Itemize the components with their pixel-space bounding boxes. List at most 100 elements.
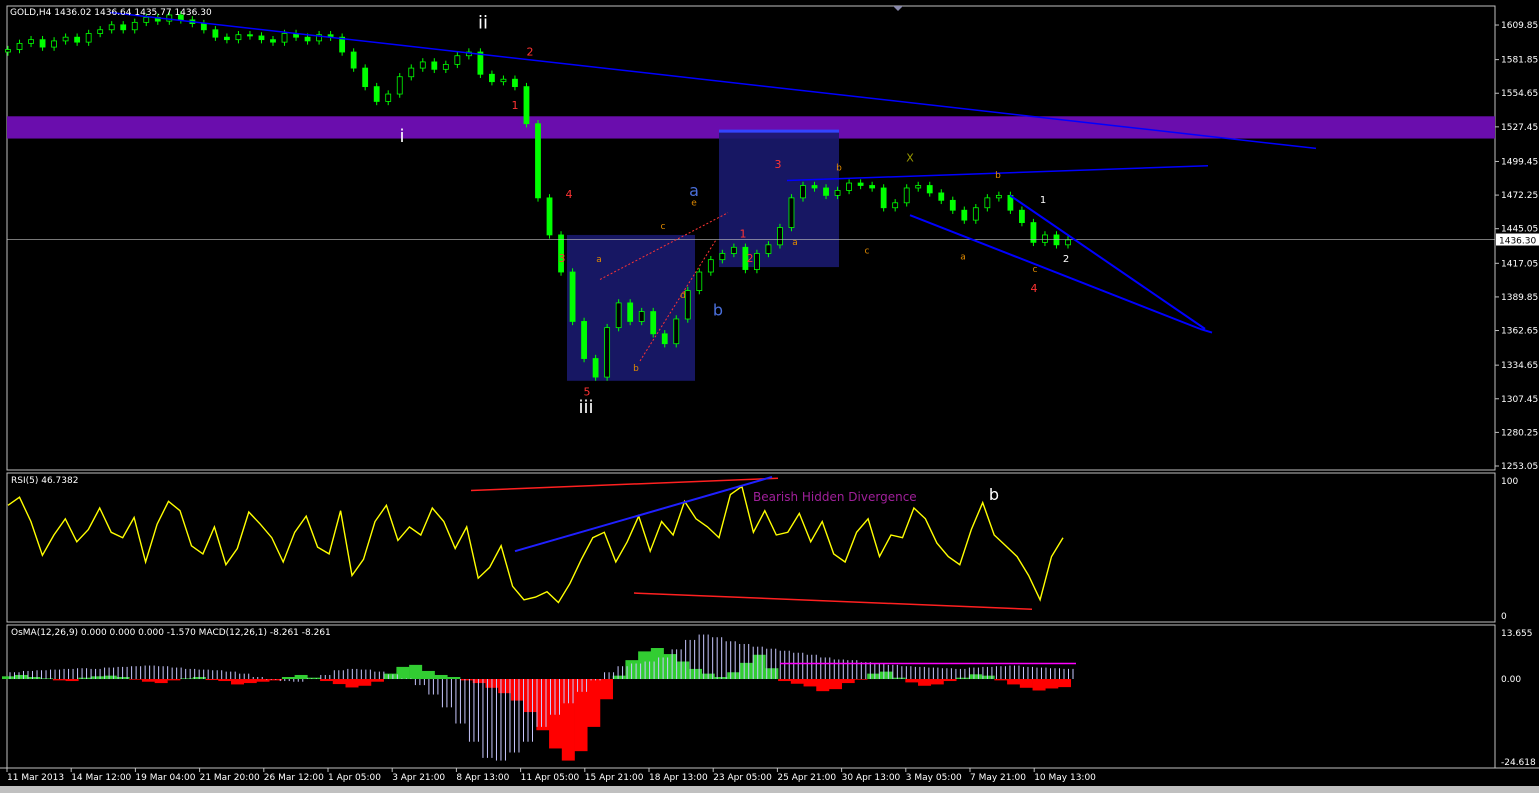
candle-body	[258, 35, 265, 41]
candle-body	[143, 17, 150, 23]
osma-bar	[587, 679, 601, 727]
osma-bar	[549, 679, 563, 749]
candle-body	[1019, 209, 1025, 223]
osma-bar	[752, 654, 766, 680]
osma-bar	[141, 679, 155, 682]
osma-bar	[892, 677, 906, 680]
candle-body	[362, 67, 369, 88]
wave-label: 2	[1063, 254, 1069, 265]
osma-bar	[1058, 679, 1071, 688]
time-tick-label: 23 Apr 05:00	[713, 773, 772, 783]
osma-bar	[930, 679, 944, 685]
osma-bar	[370, 679, 384, 682]
candle-body	[604, 327, 611, 378]
candle-body	[696, 271, 703, 291]
osma-bar	[218, 679, 232, 682]
candle-body	[615, 302, 622, 329]
price-tick-label: 1362.65	[1501, 327, 1538, 337]
candle-body	[800, 185, 806, 199]
trading-chart[interactable]: 1609.85 1581.85 1554.65 1527.45 1499.45 1472.…	[0, 0, 1539, 793]
chart-tab-bar[interactable]	[0, 786, 1539, 793]
candle-body	[39, 39, 46, 48]
osma-bar	[65, 679, 79, 682]
candle-body	[373, 86, 380, 102]
candle-body	[523, 86, 530, 125]
wave-label: b	[633, 364, 639, 374]
price-tick-label: 1253.05	[1501, 462, 1538, 472]
osma-tick-label: 0.00	[1501, 675, 1521, 685]
candle-body	[512, 78, 518, 88]
osma-bar	[78, 677, 92, 680]
osma-bar	[536, 679, 550, 731]
candle-body	[673, 318, 680, 345]
osma-bar	[396, 666, 410, 680]
osma-bar	[358, 679, 372, 686]
candle-body	[489, 73, 495, 83]
candle-body	[846, 182, 852, 191]
wave-label: i	[399, 126, 404, 147]
osma-bar	[765, 668, 779, 680]
osma-bar	[943, 679, 957, 682]
osma-bar	[460, 679, 474, 681]
candle-body	[949, 199, 956, 211]
osma-bar	[905, 679, 919, 683]
wave-label: 3	[775, 158, 782, 171]
time-tick-label: 14 Mar 12:00	[71, 773, 131, 783]
candle-body	[535, 123, 541, 199]
osma-bar	[599, 679, 613, 700]
wave-label: c	[661, 222, 666, 232]
candle-body	[719, 253, 726, 261]
price-tick-label: 1527.45	[1501, 123, 1538, 133]
time-tick-label: 3 May 05:00	[906, 773, 962, 783]
wave-label: d	[680, 291, 686, 301]
osma-bar	[91, 676, 105, 680]
candle-body	[707, 259, 714, 273]
candle-body	[51, 40, 57, 48]
wave-label: 1	[1040, 195, 1046, 206]
osma-bar	[281, 677, 295, 680]
candle-body	[592, 358, 599, 378]
osma-bar	[867, 673, 881, 680]
candle-body	[777, 227, 783, 246]
time-tick-label: 25 Apr 21:00	[777, 773, 836, 783]
panel-frame-2	[6, 472, 1496, 623]
shift-marker	[893, 6, 903, 11]
candle-body	[972, 207, 979, 221]
osma-bar	[1032, 679, 1046, 691]
osma-bar	[828, 679, 842, 690]
osma-bar	[981, 675, 995, 680]
candle-body	[396, 76, 403, 95]
price-tick-label: 1554.65	[1501, 89, 1538, 99]
candle-body	[915, 185, 922, 189]
osma-bar	[994, 679, 1008, 681]
divergence-lower-red	[633, 592, 1033, 610]
time-tick-label: 30 Apr 13:00	[842, 773, 901, 783]
time-tick-label: 11 Mar 2013	[7, 773, 64, 783]
osma-bar	[816, 679, 830, 692]
osma-tick-label: 13.655	[1501, 629, 1533, 639]
wave-label: ii	[478, 13, 488, 34]
symbol-header: GOLD,H4 1436.02 1436.64 1435.77 1436.30	[10, 8, 212, 18]
candle-body	[995, 194, 1002, 199]
candle-body	[108, 24, 115, 31]
wave-label: a	[596, 255, 602, 265]
wave-label: a	[960, 253, 966, 263]
time-tick-label: 18 Apr 13:00	[649, 773, 708, 783]
rsi-label: RSI(5) 46.7382	[11, 476, 79, 486]
candle-body	[131, 21, 138, 31]
candle-body	[442, 63, 449, 70]
candle-body	[28, 39, 34, 44]
wedge-tip	[1199, 327, 1213, 334]
wave-label: b	[713, 300, 723, 319]
candle-body	[431, 61, 438, 70]
wave-label: b	[836, 164, 842, 174]
panel-frame-3	[6, 624, 1496, 769]
wave-label: b	[995, 171, 1001, 181]
candle-body	[926, 185, 933, 194]
candle-body	[638, 311, 645, 322]
candle-body	[16, 42, 23, 50]
osma-bar	[294, 674, 308, 680]
time-tick-label: 8 Apr 13:00	[456, 773, 509, 783]
osma-bar	[256, 679, 270, 682]
candle-body	[754, 253, 760, 270]
